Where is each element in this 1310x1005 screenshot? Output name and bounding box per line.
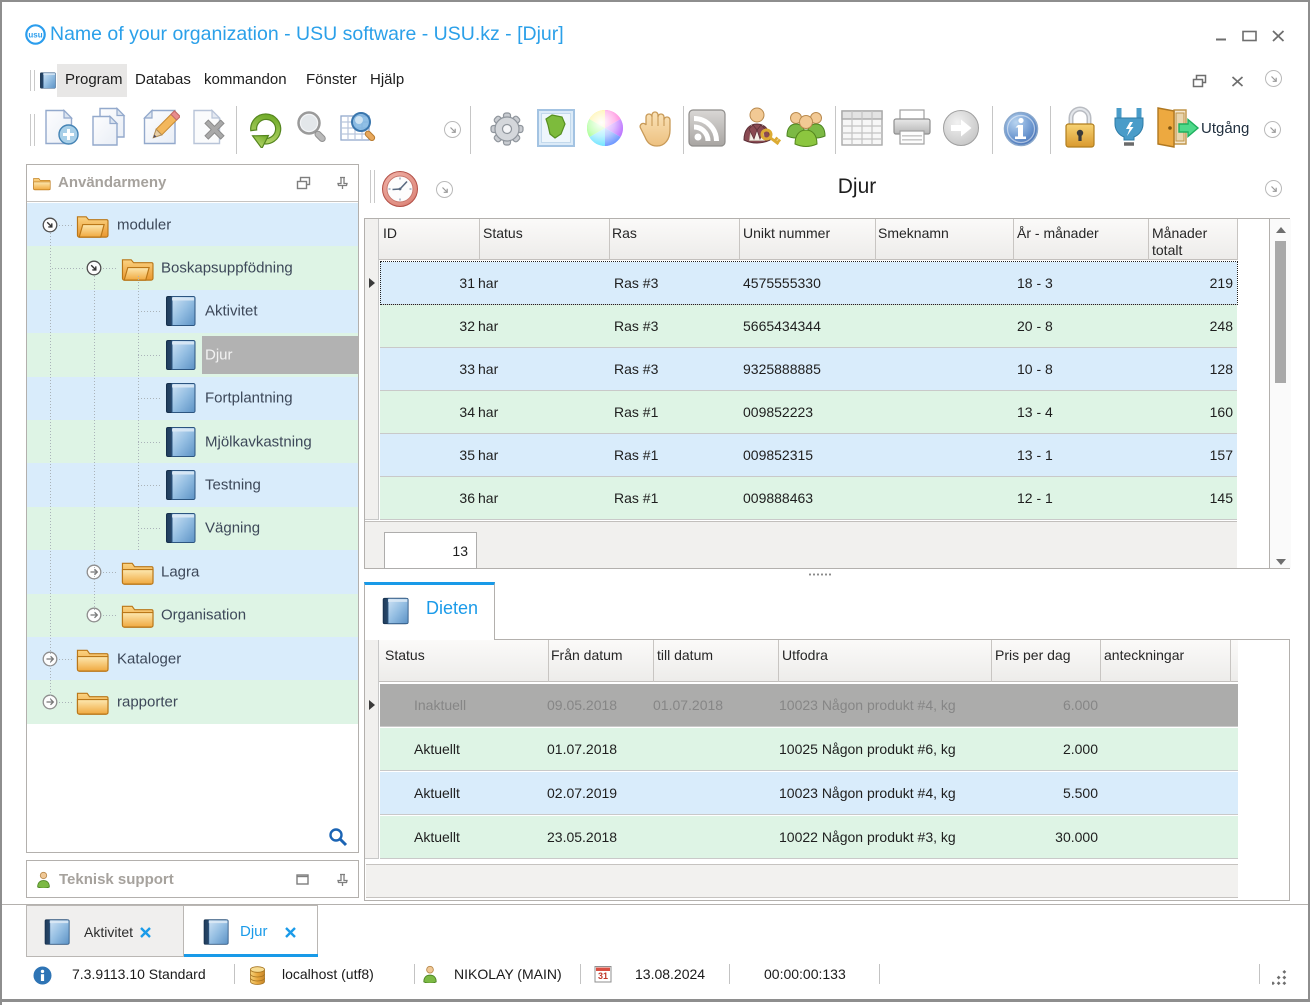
svg-text:31: 31 [598, 971, 608, 981]
svg-text:usu: usu [28, 31, 42, 40]
